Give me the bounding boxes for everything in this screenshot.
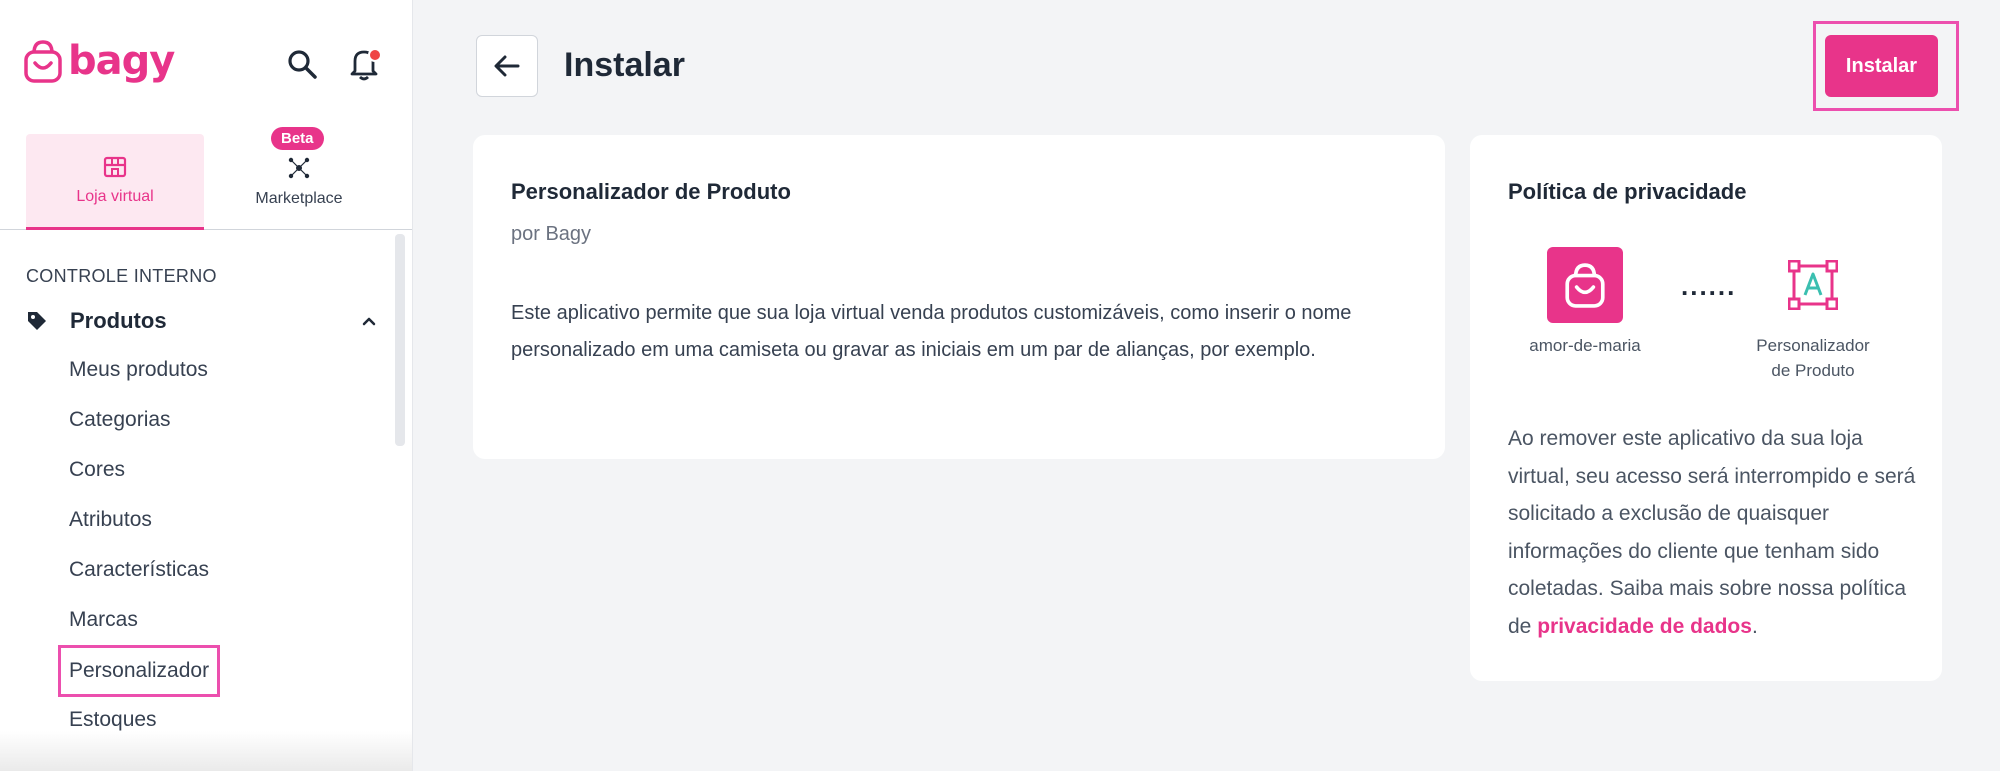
store-app-label: amor-de-maria bbox=[1529, 336, 1641, 355]
marketplace-icon bbox=[288, 157, 310, 179]
store-icon bbox=[103, 156, 127, 177]
chevron-up-icon[interactable] bbox=[360, 312, 378, 330]
sidebar-item-meus-produtos[interactable]: Meus produtos bbox=[69, 355, 208, 385]
privacy-end: . bbox=[1751, 614, 1758, 638]
personalizer-app-label: Personalizador de Produto bbox=[1756, 336, 1870, 380]
sidebar: bagy Loja virtual Marketplace Beta CONTR… bbox=[0, 0, 413, 771]
tab-loja-virtual[interactable]: Loja virtual bbox=[26, 134, 204, 230]
tab-marketplace-label: Marketplace bbox=[255, 190, 343, 207]
bagy-logo[interactable]: bagy bbox=[24, 38, 175, 84]
logo-text: bagy bbox=[68, 38, 175, 84]
arrow-left-icon bbox=[494, 55, 520, 77]
channel-switch: Loja virtual Marketplace bbox=[0, 134, 412, 230]
notifications-button[interactable] bbox=[344, 44, 384, 84]
app-title: Personalizador de Produto bbox=[511, 179, 791, 204]
sidebar-fade bbox=[0, 731, 412, 771]
sidebar-item-personalizador[interactable]: Personalizador bbox=[57, 645, 221, 697]
sidebar-item-marcas[interactable]: Marcas bbox=[69, 605, 138, 635]
sidebar-item-categorias[interactable]: Categorias bbox=[69, 405, 171, 435]
sidebar-scrollbar[interactable] bbox=[395, 234, 405, 446]
privacy-text: Ao remover este aplicativo da sua loja v… bbox=[1508, 420, 1918, 645]
install-button[interactable]: Instalar bbox=[1825, 35, 1938, 97]
app-author: por Bagy bbox=[511, 223, 592, 245]
sidebar-group-label: Produtos bbox=[70, 308, 167, 333]
search-button[interactable] bbox=[282, 44, 322, 84]
privacy-link[interactable]: privacidade de dados bbox=[1537, 615, 1752, 638]
tab-loja-virtual-label: Loja virtual bbox=[76, 187, 154, 205]
bag-icon bbox=[1565, 263, 1605, 308]
section-title: CONTROLE INTERNO bbox=[26, 266, 217, 286]
privacy-title: Política de privacidade bbox=[1508, 179, 1747, 204]
app-info-card: Personalizador de Produto por Bagy Este … bbox=[473, 135, 1445, 459]
app-description: Este aplicativo permite que sua loja vir… bbox=[511, 302, 1352, 361]
connection-dots: ...... bbox=[1681, 271, 1737, 301]
beta-badge: Beta bbox=[271, 127, 324, 150]
personalizer-app-tile bbox=[1785, 257, 1841, 313]
tag-icon bbox=[28, 312, 46, 330]
sidebar-item-caracteristicas[interactable]: Características bbox=[69, 555, 209, 585]
privacy-card: Política de privacidade ...... amor-de-m… bbox=[1470, 135, 1942, 681]
store-app-tile bbox=[1547, 247, 1623, 323]
sidebar-item-atributos[interactable]: Atributos bbox=[69, 505, 152, 535]
sidebar-item-cores[interactable]: Cores bbox=[69, 455, 125, 485]
page-title: Instalar bbox=[564, 46, 685, 84]
sidebar-group-produtos[interactable]: Produtos bbox=[26, 304, 378, 338]
notification-dot bbox=[368, 48, 382, 62]
search-icon bbox=[288, 50, 317, 79]
text-frame-icon bbox=[1788, 260, 1838, 310]
privacy-body: Ao remover este aplicativo da sua loja v… bbox=[1508, 427, 1916, 638]
install-highlight: Instalar bbox=[1813, 21, 1959, 111]
back-button[interactable] bbox=[476, 35, 538, 97]
bag-logo-icon bbox=[24, 40, 62, 83]
